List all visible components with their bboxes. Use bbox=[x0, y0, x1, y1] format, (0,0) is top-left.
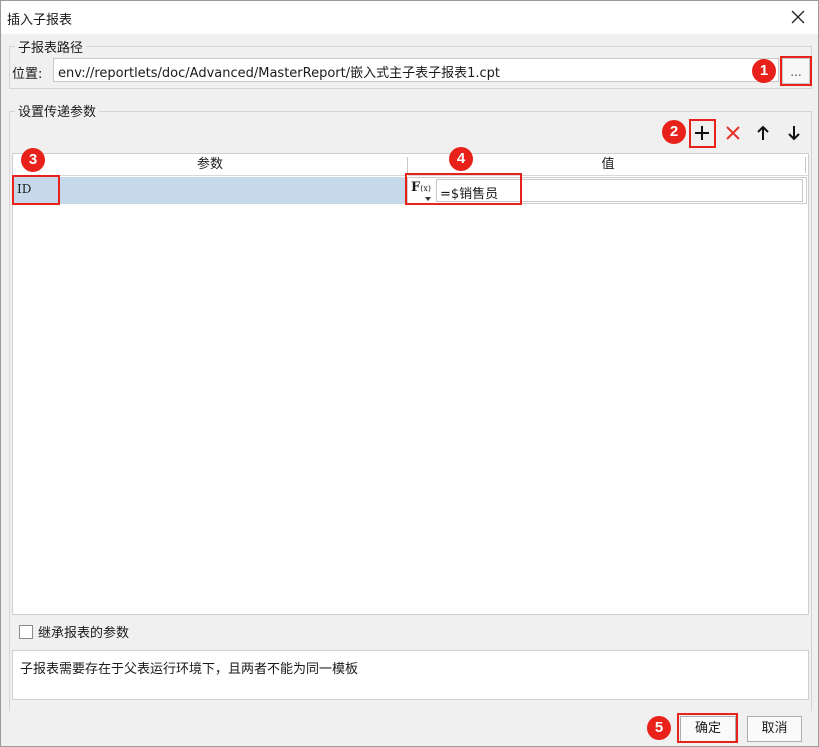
badge-4: 4 bbox=[449, 147, 473, 171]
highlight-add bbox=[689, 119, 716, 148]
move-down-button[interactable] bbox=[783, 122, 805, 144]
param-table: 参数 值 ID F(x) =$销售员 bbox=[12, 153, 809, 615]
insert-subreport-dialog: 插入子报表 子报表路径 位置: env://reportlets/doc/Adv… bbox=[0, 0, 819, 747]
badge-3: 3 bbox=[21, 148, 45, 172]
column-header-param[interactable]: 参数 bbox=[13, 154, 407, 176]
inherit-params-option[interactable]: 继承报表的参数 bbox=[19, 622, 129, 641]
delete-x-icon bbox=[726, 126, 740, 140]
badge-2: 2 bbox=[662, 120, 686, 144]
inherit-params-label: 继承报表的参数 bbox=[38, 626, 130, 641]
note-text: 子报表需要存在于父表运行环境下，且两者不能为同一模板 bbox=[12, 650, 809, 700]
highlight-param bbox=[12, 175, 60, 205]
arrow-up-icon bbox=[757, 125, 769, 140]
badge-5: 5 bbox=[647, 716, 671, 740]
column-separator bbox=[805, 157, 806, 173]
param-name-cell[interactable]: ID bbox=[13, 177, 406, 204]
params-group-legend: 设置传递参数 bbox=[15, 101, 100, 120]
arrow-down-icon bbox=[788, 126, 800, 141]
cancel-button[interactable]: 取消 bbox=[747, 716, 802, 742]
badge-1: 1 bbox=[752, 59, 776, 83]
dialog-title: 插入子报表 bbox=[7, 13, 73, 28]
inherit-params-checkbox[interactable] bbox=[19, 624, 33, 639]
location-label: 位置: bbox=[12, 67, 43, 82]
close-icon bbox=[791, 10, 805, 24]
move-up-button[interactable] bbox=[752, 122, 774, 144]
highlight-browse bbox=[780, 56, 812, 86]
delete-param-button[interactable] bbox=[722, 122, 744, 144]
highlight-value bbox=[405, 173, 522, 205]
path-input[interactable]: env://reportlets/doc/Advanced/MasterRepo… bbox=[53, 58, 779, 82]
path-group-legend: 子报表路径 bbox=[15, 37, 87, 56]
close-button[interactable] bbox=[784, 4, 812, 30]
title-bar: 插入子报表 bbox=[1, 1, 818, 34]
highlight-ok bbox=[677, 713, 738, 743]
